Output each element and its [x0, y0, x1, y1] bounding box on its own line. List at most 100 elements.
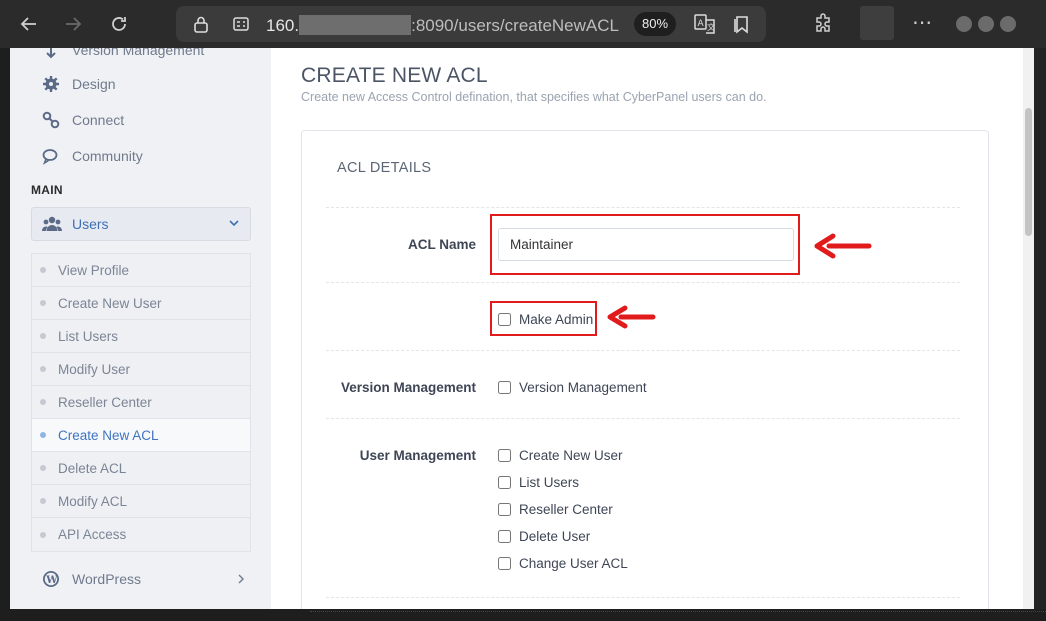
submenu-item-reseller-center[interactable]: Reseller Center	[32, 386, 250, 419]
delete-user-checkbox[interactable]	[498, 530, 511, 543]
version-management-label: Version Management	[340, 380, 476, 395]
acl-name-input[interactable]	[498, 228, 794, 261]
divider	[326, 350, 960, 351]
submenu-item-label: Create New ACL	[58, 427, 159, 443]
submenu-item-modify-user[interactable]: Modify User	[32, 353, 250, 386]
bullet-dot	[40, 366, 46, 372]
divider	[326, 597, 960, 598]
submenu-item-label: Delete ACL	[58, 460, 127, 476]
make-admin-label: Make Admin	[519, 312, 594, 327]
submenu-item-view-profile[interactable]: View Profile	[32, 254, 250, 287]
reload-icon[interactable]	[104, 10, 134, 38]
submenu-item-label: List Users	[58, 328, 119, 344]
bullet-dot	[40, 267, 46, 273]
submenu-item-create-new-acl[interactable]: Create New ACL	[32, 419, 250, 452]
more-icon[interactable]: ⋯	[912, 10, 933, 35]
reading-list-icon[interactable]	[732, 14, 752, 34]
main-content: CREATE NEW ACL Create new Access Control…	[271, 48, 1023, 609]
version-management-checkbox-row[interactable]: Version Management	[498, 380, 647, 395]
create-new-user-checkbox-row[interactable]: Create New User	[498, 448, 623, 463]
chevron-right-icon	[238, 574, 244, 584]
sidebar-item-label: Version Management	[72, 48, 205, 58]
bullet-dot	[40, 498, 46, 504]
sidebar-item-label: Community	[72, 148, 143, 164]
url-redacted-block	[299, 15, 412, 35]
window-close-button[interactable]	[1000, 16, 1016, 32]
sidebar-item-label: Users	[72, 216, 109, 232]
browser-toolbar: 160. :8090/users/createNewACL 80% A文 ⋯	[0, 0, 1046, 48]
submenu-item-label: Modify User	[58, 361, 131, 377]
forward-arrow-icon[interactable]	[58, 10, 88, 38]
acl-name-label: ACL Name	[407, 237, 476, 252]
window-minimize-button[interactable]	[956, 16, 972, 32]
sidebar-item-version-management[interactable]: Version Management	[42, 48, 204, 62]
page-viewport: Version Management Design Connect Commun…	[10, 48, 1034, 609]
divider	[326, 418, 960, 419]
url-path: :8090/users/createNewACL	[411, 16, 619, 35]
profile-avatar[interactable]	[860, 6, 894, 40]
list-users-checkbox[interactable]	[498, 476, 511, 489]
reseller-center-checkbox-row[interactable]: Reseller Center	[498, 502, 613, 517]
sidebar-item-community[interactable]: Community	[42, 144, 143, 168]
sidebar-item-label: Connect	[72, 112, 125, 128]
chat-icon	[42, 149, 58, 165]
checkbox-label: Create New User	[519, 448, 623, 463]
page-subtitle: Create new Access Control defination, th…	[301, 90, 767, 104]
svg-text:A: A	[698, 19, 705, 29]
lock-icon[interactable]	[192, 15, 210, 33]
submenu-item-label: Reseller Center	[58, 394, 152, 410]
address-bar[interactable]: 160. :8090/users/createNewACL 80% A文	[176, 6, 766, 42]
submenu-item-create-new-user[interactable]: Create New User	[32, 287, 250, 320]
submenu-item-label: API Access	[58, 527, 127, 542]
zoom-badge[interactable]: 80%	[634, 12, 677, 36]
reseller-center-checkbox[interactable]	[498, 503, 511, 516]
make-admin-checkbox-row[interactable]: Make Admin	[498, 312, 593, 327]
desktop-backdrop	[0, 609, 1046, 621]
version-icon	[46, 48, 56, 59]
sidebar-item-connect[interactable]: Connect	[42, 108, 124, 132]
sidebar-item-users[interactable]: Users	[31, 207, 251, 241]
sidebar-item-label: Design	[72, 76, 116, 92]
bullet-dot	[40, 531, 46, 538]
list-users-checkbox-row[interactable]: List Users	[498, 475, 579, 490]
extensions-icon[interactable]	[812, 12, 836, 36]
url-text[interactable]: 160. :8090/users/createNewACL	[266, 15, 619, 36]
sidebar-section-main: MAIN	[31, 183, 63, 197]
url-host-prefix: 160.	[266, 16, 300, 35]
divider	[326, 282, 960, 283]
page-title: CREATE NEW ACL	[301, 64, 488, 87]
version-management-checkbox[interactable]	[498, 381, 511, 394]
sidebar: Version Management Design Connect Commun…	[10, 48, 271, 609]
submenu-item-list-users[interactable]: List Users	[32, 320, 250, 353]
divider	[326, 207, 960, 208]
submenu-item-label: Modify ACL	[58, 493, 128, 509]
create-new-user-checkbox[interactable]	[498, 449, 511, 462]
submenu-item-label: View Profile	[58, 262, 130, 278]
change-user-acl-checkbox[interactable]	[498, 557, 511, 570]
translate-icon[interactable]: A文	[694, 14, 716, 34]
make-admin-checkbox[interactable]	[498, 313, 511, 326]
submenu-item-api-access[interactable]: API Access	[32, 518, 250, 551]
checkbox-label: Change User ACL	[519, 556, 628, 571]
wordpress-icon: W	[43, 571, 59, 587]
sidebar-item-wordpress[interactable]: W WordPress	[42, 567, 252, 591]
scrollbar-thumb[interactable]	[1025, 108, 1032, 236]
acl-details-card: ACL DETAILS ACL Name Make Admin Version …	[301, 130, 989, 609]
submenu-item-modify-acl[interactable]: Modify ACL	[32, 485, 250, 518]
background-ghost-text	[310, 611, 1046, 619]
bullet-dot	[40, 465, 46, 471]
users-submenu: View Profile Create New User List Users …	[31, 253, 251, 552]
sidebar-item-label: WordPress	[72, 571, 141, 587]
window-maximize-button[interactable]	[978, 16, 994, 32]
site-info-icon[interactable]	[232, 15, 250, 33]
change-user-acl-checkbox-row[interactable]: Change User ACL	[498, 556, 628, 571]
gear-icon	[43, 76, 59, 92]
svg-text:W: W	[45, 575, 58, 586]
sidebar-item-design[interactable]: Design	[42, 72, 116, 96]
submenu-item-delete-acl[interactable]: Delete ACL	[32, 452, 250, 485]
bullet-dot	[40, 432, 46, 438]
back-arrow-icon[interactable]	[14, 10, 44, 38]
delete-user-checkbox-row[interactable]: Delete User	[498, 529, 590, 544]
checkbox-label: Version Management	[519, 380, 647, 395]
page-scrollbar[interactable]	[1023, 48, 1034, 609]
